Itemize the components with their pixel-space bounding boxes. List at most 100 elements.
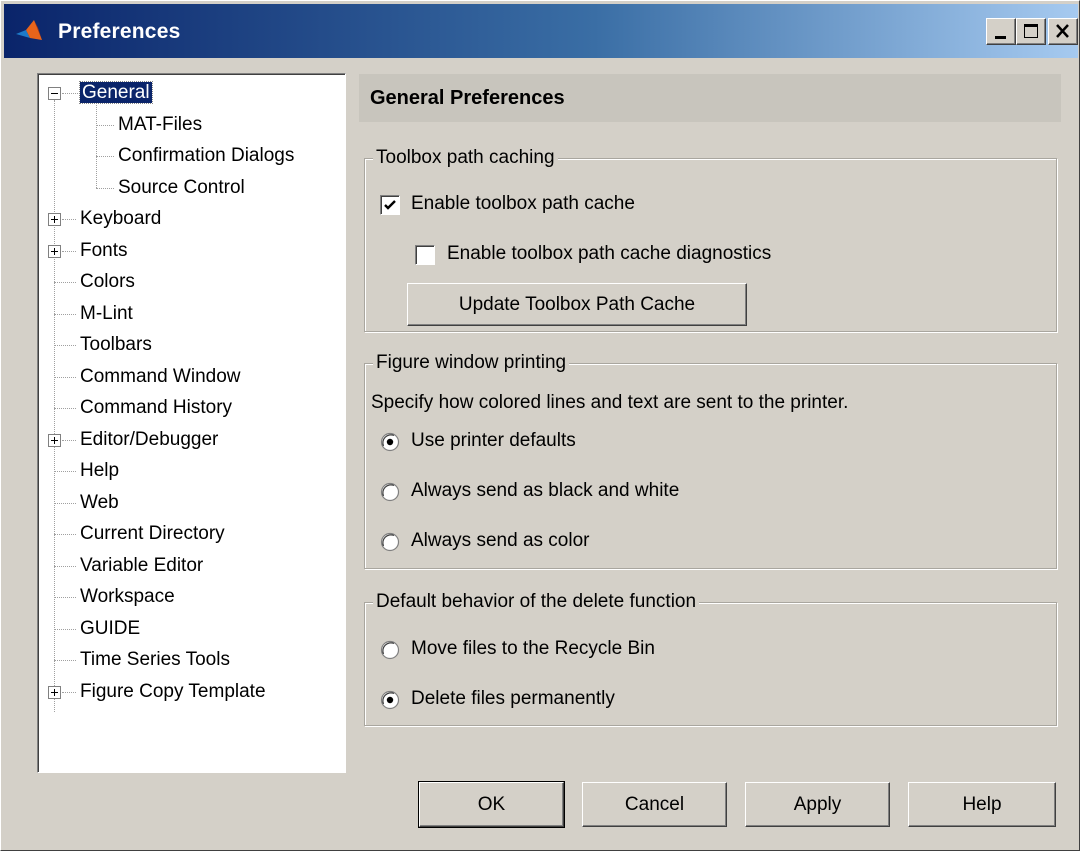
apply-button[interactable]: Apply [745,782,890,827]
tree-item-general[interactable]: General [79,80,153,106]
tree-connector [54,534,76,535]
expand-icon[interactable] [48,433,61,447]
tree-item-keyboard[interactable]: Keyboard [78,206,163,232]
tree-connector [54,345,76,346]
tree-item-label: Variable Editor [80,554,204,576]
expand-icon[interactable] [48,213,61,226]
tree-item-time-series-tools[interactable]: Time Series Tools [78,647,232,673]
close-icon [1056,24,1069,38]
cancel-button[interactable]: Cancel [582,782,727,827]
radio-label[interactable]: Use printer defaults [411,430,576,452]
delete-behavior-group: Default behavior of the delete function … [364,591,1057,726]
tree-connector [96,156,114,157]
radio-label[interactable]: Always send as color [411,530,589,552]
enable-cache-label[interactable]: Enable toolbox path cache [411,193,635,215]
tree-item-label: General [79,81,153,104]
tree-item-colors[interactable]: Colors [78,269,137,295]
toolbox-group-legend: Toolbox path caching [373,147,558,169]
tree-item-web[interactable]: Web [78,490,121,516]
enable-diagnostics-checkbox[interactable] [415,245,435,265]
preferences-tree[interactable]: General MAT-Files Confirmation Dialogs Sour… [37,73,346,773]
tree-item-label: MAT-Files [118,113,203,135]
tree-item-guide[interactable]: GUIDE [78,616,142,642]
radio-label[interactable]: Always send as black and white [411,480,679,502]
tree-connector [54,471,76,472]
checkmark-icon [384,200,396,210]
minimize-icon [995,36,1006,39]
tree-connector [96,187,114,189]
tree-item-help[interactable]: Help [78,458,121,484]
tree-connector [54,628,76,630]
tree-item-label: Time Series Tools [80,649,230,670]
expand-icon[interactable] [48,685,61,699]
tree-item-label: Web [80,491,119,513]
radio-button[interactable] [380,482,400,502]
ok-button[interactable]: OK [418,781,565,828]
update-toolbox-path-cache-button[interactable]: Update Toolbox Path Cache [407,283,747,326]
tree-item-label: Toolbars [80,334,152,355]
title-bar[interactable]: Preferences [4,4,1078,58]
tree-item-toolbars[interactable]: Toolbars [78,332,154,358]
tree-item-label: M-Lint [80,302,133,324]
tree-item-confirmation-dialogs[interactable]: Confirmation Dialogs [116,143,296,169]
tree-item-mat-files[interactable]: MAT-Files [116,112,204,138]
tree-item-variable-editor[interactable]: Variable Editor [78,553,205,579]
tree-item-label: Keyboard [80,208,162,229]
radio-button[interactable] [380,532,400,552]
tree-connector [54,597,76,598]
printing-group-legend: Figure window printing [373,352,570,374]
toolbox-path-caching-group: Toolbox path caching Enable toolbox path… [364,147,1057,332]
tree-root-line [54,100,55,712]
minimize-button[interactable] [986,18,1016,45]
tree-connector [54,660,76,661]
tree-item-workspace[interactable]: Workspace [78,584,177,610]
tree-item-label: Help [80,460,120,481]
tree-item-label: Source Control [118,176,245,198]
maximize-icon [1024,24,1038,38]
tree-connector [54,282,76,283]
help-button[interactable]: Help [908,782,1056,827]
tree-item-figure-copy-template[interactable]: Figure Copy Template [78,679,268,705]
tree-item-current-directory[interactable]: Current Directory [78,521,227,547]
radio-label[interactable]: Delete files permanently [411,688,615,710]
radio-label[interactable]: Move files to the Recycle Bin [411,638,655,660]
close-button[interactable] [1048,18,1078,45]
tree-item-label: Figure Copy Template [80,680,266,702]
tree-item-label: Command History [80,397,233,418]
tree-connector [54,565,76,567]
tree-item-label: GUIDE [80,617,141,639]
tree-item-m-lint[interactable]: M-Lint [78,301,135,327]
tree-item-label: Confirmation Dialogs [118,145,295,166]
tree-item-source-control[interactable]: Source Control [116,175,247,201]
radio-button[interactable] [380,432,400,452]
enable-diagnostics-label[interactable]: Enable toolbox path cache diagnostics [447,243,771,265]
tree-connector [62,439,76,441]
collapse-icon[interactable] [48,87,61,100]
printing-description: Specify how colored lines and text are s… [371,392,849,413]
figure-printing-group: Figure window printing Specify how color… [364,352,1057,569]
tree-item-editor-debugger[interactable]: Editor/Debugger [78,427,220,453]
enable-cache-checkbox[interactable] [380,195,400,215]
tree-connector [54,502,76,504]
preferences-window: Preferences General MAT-Files Confirmation… [0,0,1080,851]
window-title: Preferences [58,20,181,43]
tree-connector [62,219,76,220]
tree-item-command-history[interactable]: Command History [78,395,234,421]
tree-connector [54,313,76,315]
tree-item-label: Editor/Debugger [80,428,219,450]
tree-item-fonts[interactable]: Fonts [78,238,130,264]
tree-connector [62,691,76,693]
tree-item-label: Fonts [80,239,128,261]
tree-item-label: Current Directory [80,523,225,544]
tree-general-line [96,102,97,188]
radio-button[interactable] [380,640,400,660]
expand-icon[interactable] [48,244,61,258]
panel-header: General Preferences [359,74,1061,122]
tree-item-command-window[interactable]: Command Window [78,364,243,390]
tree-item-label: Colors [80,271,135,292]
tree-connector [54,376,76,378]
maximize-button[interactable] [1016,18,1046,45]
tree-item-label: Command Window [80,365,241,387]
radio-button[interactable] [380,690,400,710]
tree-connector [96,124,114,126]
